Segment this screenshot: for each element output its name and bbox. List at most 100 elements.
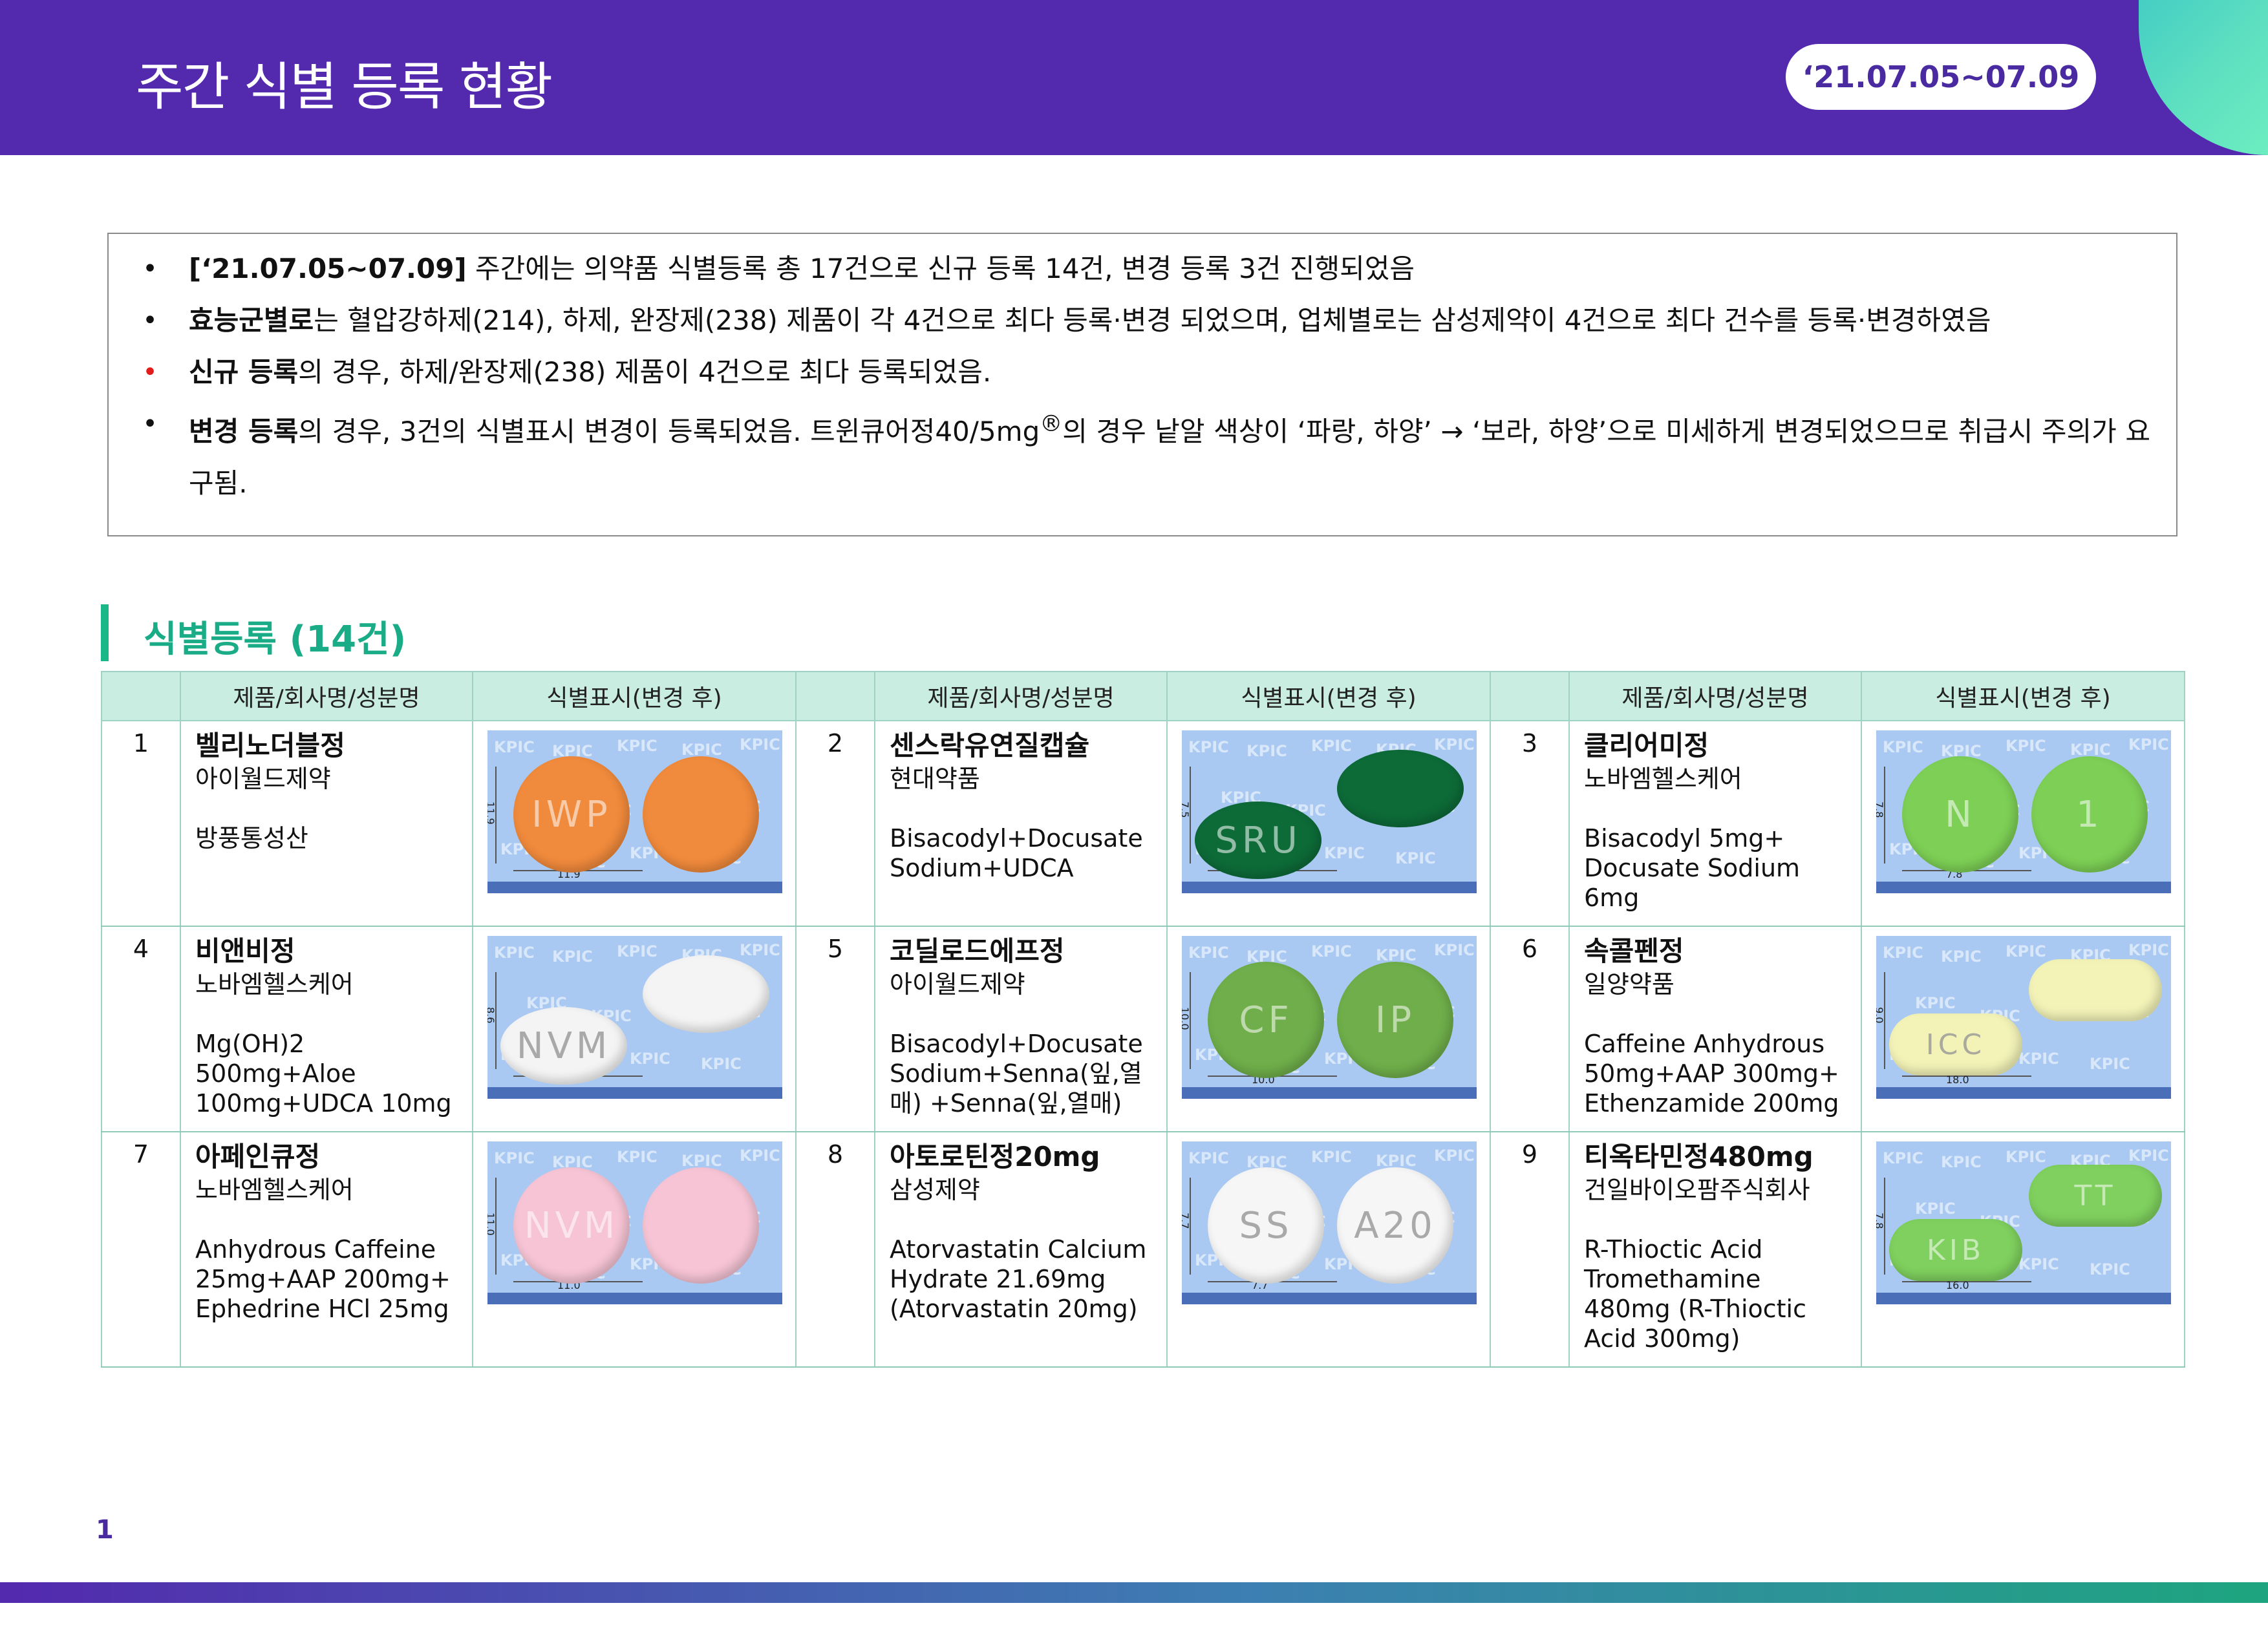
dimension-height: 7.8 xyxy=(1876,1213,1885,1229)
watermark: KPIC xyxy=(617,1148,658,1166)
section-marker xyxy=(101,604,109,661)
pill-right: IP xyxy=(1337,962,1453,1078)
item-number: 2 xyxy=(795,721,875,927)
ingredients: Bisacodyl 5mg+ Docusate Sodium 6mg xyxy=(1584,824,1801,912)
product-name: 속콜펜정 xyxy=(1584,935,1684,967)
marking-cell: KPICKPICKPICKPICKPICKPICKPICKPICKPICKPIC… xyxy=(1861,1132,2185,1368)
pill-photo: KPICKPICKPICKPICKPICKPICKPICKPICKPICKPIC… xyxy=(487,730,782,893)
pill-left: NVM xyxy=(513,1167,630,1284)
company-name: 노바엠헬스케어 xyxy=(1584,765,1742,793)
dimension-height: 7.5 xyxy=(1182,801,1191,818)
watermark: KPIC xyxy=(2006,1148,2046,1166)
watermark: KPIC xyxy=(740,1147,780,1165)
ingredients: Atorvastatin Calcium Hydrate 21.69mg (At… xyxy=(890,1235,1147,1323)
company-name: 삼성제약 xyxy=(890,1176,980,1204)
watermark: KPIC xyxy=(740,736,780,754)
page-title: 주간 식별 등록 현황 xyxy=(136,57,553,117)
bullet-dot: • xyxy=(142,254,158,284)
table-row: 4 비앤비정 노바엠헬스케어 Mg(OH)2 500mg+Aloe 100mg+UDC… xyxy=(101,926,2185,1132)
watermark: KPIC xyxy=(2090,1055,2130,1073)
watermark: KPIC xyxy=(740,941,780,959)
ingredients: 방풍통성산 xyxy=(195,824,308,853)
photo-footer-bar xyxy=(1876,882,2171,893)
dimension-height: 7.7 xyxy=(1182,1213,1191,1229)
product-info: 벨리노더블정 아이월드제약 방풍통성산 xyxy=(180,721,473,927)
bottom-bar xyxy=(0,1582,2268,1603)
table-row: 7 아페인큐정 노바엠헬스케어 Anhydrous Caffeine 25mg+AAP… xyxy=(101,1132,2185,1368)
pill-photo: KPICKPICKPICKPICKPICKPICKPICKPICKPICKPIC… xyxy=(1182,1141,1477,1304)
dimension-height: 8.6 xyxy=(487,1007,497,1024)
watermark: KPIC xyxy=(1883,944,1923,962)
pill-left: CF xyxy=(1208,962,1324,1078)
summary-text: 의 경우, 3건의 식별표시 변경이 등록되었음. 트윈큐어정40/5mg xyxy=(298,416,1040,447)
marking-cell: KPICKPICKPICKPICKPICKPICKPICKPICKPICKPIC… xyxy=(472,721,797,927)
registered-mark: ® xyxy=(1040,411,1063,437)
watermark: KPIC xyxy=(1395,849,1436,867)
dimension-height: 7.8 xyxy=(1876,801,1885,818)
header-product: 제품/회사명/성분명 xyxy=(180,671,473,721)
product-info: 코딜로드에프정 아이월드제약 Bisacodyl+Docusate Sodium+S… xyxy=(874,926,1168,1132)
pill-photo: KPICKPICKPICKPICKPICKPICKPICKPICKPICKPIC… xyxy=(487,936,782,1099)
product-name: 티옥타민정480mg xyxy=(1584,1141,1813,1172)
item-number: 6 xyxy=(1490,926,1570,1132)
watermark: KPIC xyxy=(701,1055,742,1073)
watermark: KPIC xyxy=(2128,941,2169,959)
product-info: 속콜펜정 일양약품 Caffeine Anhydrous 50mg+AAP 300m… xyxy=(1568,926,1862,1132)
summary-bold: 신규 등록 xyxy=(189,356,299,388)
watermark: KPIC xyxy=(2018,1255,2059,1273)
product-info: 티옥타민정480mg 건일바이오팜주식회사 R-Thioctic Acid Trom… xyxy=(1568,1132,1862,1368)
watermark: KPIC xyxy=(494,1149,535,1167)
watermark: KPIC xyxy=(552,948,593,966)
ingredients: Bisacodyl+Docusate Sodium+Senna(잎,열매) +S… xyxy=(890,1030,1143,1118)
summary-text: 의 경우, 하제/완장제(238) 제품이 4건으로 최다 등록되었음. xyxy=(298,356,992,388)
dimension-height: 10.0 xyxy=(1182,1007,1191,1030)
watermark: KPIC xyxy=(617,737,658,755)
summary-bold: 변경 등록 xyxy=(189,416,299,447)
pill-left: ICC xyxy=(1889,1013,2022,1076)
pill-right: A20 xyxy=(1337,1167,1453,1284)
summary-bullet: • 효능군별로는 혈압강하제(214), 하제, 완장제(238) 제품이 각 … xyxy=(137,295,2150,346)
watermark: KPIC xyxy=(1941,1153,1982,1171)
company-name: 노바엠헬스케어 xyxy=(195,1176,354,1204)
product-name: 비앤비정 xyxy=(195,935,295,967)
company-name: 건일바이오팜주식회사 xyxy=(1584,1176,1810,1204)
header-no xyxy=(101,671,181,721)
header-product: 제품/회사명/성분명 xyxy=(874,671,1168,721)
item-number: 3 xyxy=(1490,721,1570,927)
bullet-dot: • xyxy=(142,409,158,439)
watermark: KPIC xyxy=(494,944,535,962)
pill-right xyxy=(643,756,759,873)
photo-footer-bar xyxy=(1876,1293,2171,1304)
item-number: 4 xyxy=(101,926,181,1132)
company-name: 일양약품 xyxy=(1584,970,1674,999)
header-no xyxy=(1490,671,1570,721)
photo-footer-bar xyxy=(1182,1087,1477,1099)
summary-bold: [‘21.07.05~07.09] xyxy=(189,253,467,284)
pill-right xyxy=(643,955,769,1033)
watermark: KPIC xyxy=(2128,736,2169,754)
ingredients: Mg(OH)2 500mg+Aloe 100mg+UDCA 10mg xyxy=(195,1030,452,1118)
watermark: KPIC xyxy=(1941,948,1982,966)
item-number: 5 xyxy=(795,926,875,1132)
section-title: 식별등록 (14건) xyxy=(144,619,407,661)
watermark: KPIC xyxy=(617,942,658,960)
photo-footer-bar xyxy=(1182,882,1477,893)
watermark: KPIC xyxy=(2018,1050,2059,1068)
date-range-badge: ‘21.07.05~07.09 xyxy=(1786,44,2096,110)
marking-cell: KPICKPICKPICKPICKPICKPICKPICKPICKPICKPIC… xyxy=(1166,1132,1491,1368)
header-marking: 식별표시(변경 후) xyxy=(472,671,797,721)
pill-left: KIB xyxy=(1889,1219,2022,1281)
company-name: 아이월드제약 xyxy=(890,970,1025,999)
summary-text: 주간에는 의약품 식별등록 총 17건으로 신규 등록 14건, 변경 등록 3… xyxy=(466,253,1415,284)
bullet-dot: • xyxy=(142,306,158,335)
product-name: 클리어미정 xyxy=(1584,730,1709,761)
watermark: KPIC xyxy=(1311,737,1352,755)
table-row: 1 벨리노더블정 아이월드제약 방풍통성산 KPIC KPIC KPIC KPIC KPIC KP… xyxy=(101,721,2185,927)
marking-cell: KPICKPICKPICKPICKPICKPICKPICKPICKPICKPIC… xyxy=(472,1132,797,1368)
product-name: 아페인큐정 xyxy=(195,1141,321,1172)
watermark: KPIC xyxy=(1883,738,1923,756)
pill-right: TT xyxy=(2029,1165,2162,1227)
dimension-height: 9.0 xyxy=(1876,1007,1885,1024)
watermark: KPIC xyxy=(1434,941,1475,959)
watermark: KPIC xyxy=(630,1050,670,1068)
